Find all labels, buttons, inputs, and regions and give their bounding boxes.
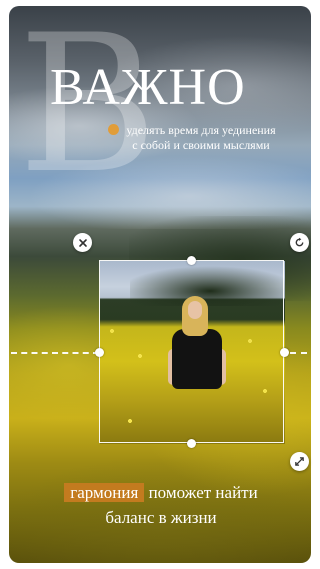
resize-icon [295,457,304,466]
resize-handle-right[interactable] [280,348,289,357]
subtitle-line-1: уделять время для уединения [126,123,276,137]
caption-line-1: гармония поможет найти [20,480,302,505]
caption-rest: поможет найти [144,483,258,502]
rotate-icon [295,237,304,247]
center-guide-left [11,352,99,354]
resize-handle-top[interactable] [187,256,196,265]
headline-text[interactable]: ВАЖНО [50,58,290,118]
delete-button[interactable] [73,233,92,252]
caption-line-2: баланс в жизни [105,508,217,527]
resize-button[interactable] [290,452,309,471]
caption-text[interactable]: гармония поможет найти баланс в жизни [20,480,302,530]
close-icon [78,238,87,247]
subtitle-text[interactable]: уделять время для уединения с собой и св… [106,123,296,153]
rotate-button[interactable] [290,233,309,252]
resize-handle-bottom[interactable] [187,439,196,448]
subtitle-line-2: с собой и своими мыслями [132,138,270,152]
center-guide-right [290,352,318,354]
caption-highlight: гармония [64,483,145,502]
selection-border [99,260,284,443]
resize-handle-left[interactable] [95,348,104,357]
